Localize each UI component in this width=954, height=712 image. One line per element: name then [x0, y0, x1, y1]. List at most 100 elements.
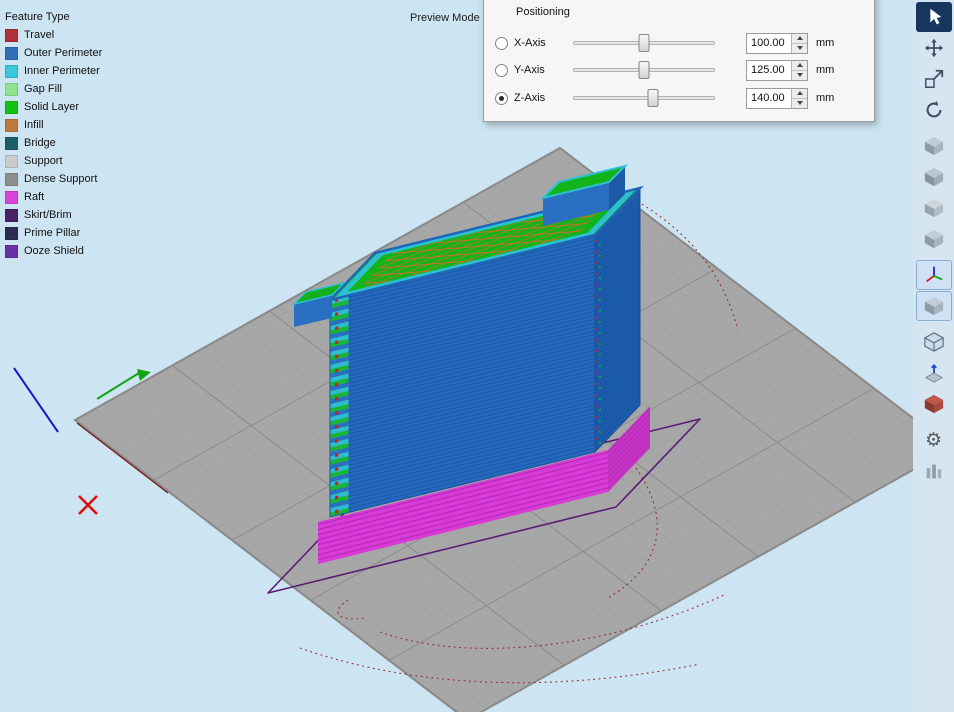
- z-axis-slider[interactable]: [573, 88, 715, 108]
- feature-label: Gap Fill: [24, 83, 62, 95]
- cube-icon: [923, 166, 945, 188]
- preview-mode-label: Preview Mode: [410, 12, 480, 24]
- z-axis-label: Z-Axis: [514, 92, 573, 104]
- spin-down-icon[interactable]: [792, 71, 807, 80]
- y-axis-value: 125.00: [747, 61, 791, 80]
- feature-label: Infill: [24, 119, 44, 131]
- y-axis-spinbox[interactable]: 125.00: [746, 60, 808, 81]
- feature-label: Ooze Shield: [24, 245, 84, 257]
- wireframe-view-button[interactable]: [916, 327, 952, 357]
- legend-item-skirt-brim: Skirt/Brim: [5, 206, 102, 224]
- right-toolbar: ⚙: [913, 0, 954, 712]
- x-axis-radio[interactable]: [495, 37, 508, 50]
- feature-color-swatch: [5, 119, 18, 132]
- feature-label: Inner Perimeter: [24, 65, 100, 77]
- y-axis-row: Y-Axis 125.00 mm: [495, 59, 834, 81]
- cross-section-cube-icon: [923, 393, 945, 415]
- z-axis-slider-handle[interactable]: [647, 89, 658, 107]
- legend-item-raft: Raft: [5, 188, 102, 206]
- wireframe-cube-icon: [923, 331, 945, 353]
- coordinate-axes-button[interactable]: [916, 260, 952, 290]
- legend-item-bridge: Bridge: [5, 134, 102, 152]
- coordinate-axes-icon: [923, 264, 945, 286]
- feature-label: Bridge: [24, 137, 56, 149]
- feature-color-swatch: [5, 137, 18, 150]
- view-cube-button-1[interactable]: [916, 131, 952, 161]
- legend-item-solid-layer: Solid Layer: [5, 98, 102, 116]
- feature-color-swatch: [5, 191, 18, 204]
- scale-icon: [923, 68, 945, 90]
- unit-label: mm: [816, 92, 834, 104]
- support-pillars-icon: [923, 460, 945, 482]
- spin-buttons: [791, 34, 807, 53]
- x-axis-label: X-Axis: [514, 37, 573, 49]
- legend-item-dense-support: Dense Support: [5, 170, 102, 188]
- positioning-panel: Positioning X-Axis 100.00 mm Y-Axis 125.…: [483, 0, 875, 122]
- legend-item-travel: Travel: [5, 26, 102, 44]
- feature-type-legend: Feature Type Travel Outer Perimeter Inne…: [5, 8, 102, 260]
- x-axis-row: X-Axis 100.00 mm: [495, 32, 834, 54]
- feature-color-swatch: [5, 101, 18, 114]
- positioning-title: Positioning: [516, 6, 570, 18]
- feature-color-swatch: [5, 47, 18, 60]
- y-axis-slider-handle[interactable]: [639, 61, 650, 79]
- spin-up-icon[interactable]: [792, 89, 807, 99]
- feature-color-swatch: [5, 209, 18, 222]
- view-cube-button-4[interactable]: [916, 224, 952, 254]
- spin-buttons: [791, 89, 807, 108]
- unit-label: mm: [816, 64, 834, 76]
- feature-color-swatch: [5, 29, 18, 42]
- view-cube-button-3[interactable]: [916, 193, 952, 223]
- surface-normal-button[interactable]: [916, 358, 952, 388]
- feature-color-swatch: [5, 155, 18, 168]
- x-axis-slider-handle[interactable]: [639, 34, 650, 52]
- z-axis-radio[interactable]: [495, 92, 508, 105]
- rotate-icon: [923, 99, 945, 121]
- legend-item-inner-perimeter: Inner Perimeter: [5, 62, 102, 80]
- scale-tool-button[interactable]: [916, 64, 952, 94]
- cube-icon: [923, 228, 945, 250]
- legend-item-ooze-shield: Ooze Shield: [5, 242, 102, 260]
- settings-button[interactable]: ⚙: [916, 425, 952, 455]
- unit-label: mm: [816, 37, 834, 49]
- spin-buttons: [791, 61, 807, 80]
- feature-label: Outer Perimeter: [24, 47, 102, 59]
- legend-item-infill: Infill: [5, 116, 102, 134]
- feature-label: Dense Support: [24, 173, 97, 185]
- view-cube-button-2[interactable]: [916, 162, 952, 192]
- x-axis-slider[interactable]: [573, 33, 715, 53]
- y-axis-slider[interactable]: [573, 60, 715, 80]
- legend-item-gap-fill: Gap Fill: [5, 80, 102, 98]
- surface-normal-icon: [923, 362, 945, 384]
- z-axis-spinbox[interactable]: 140.00: [746, 88, 808, 109]
- rotate-tool-button[interactable]: [916, 95, 952, 125]
- cube-icon: [923, 197, 945, 219]
- legend-item-prime-pillar: Prime Pillar: [5, 224, 102, 242]
- feature-label: Raft: [24, 191, 44, 203]
- spin-up-icon[interactable]: [792, 34, 807, 44]
- feature-color-swatch: [5, 83, 18, 96]
- legend-item-support: Support: [5, 152, 102, 170]
- legend-title: Feature Type: [5, 8, 102, 26]
- feature-label: Support: [24, 155, 63, 167]
- supports-button[interactable]: [916, 456, 952, 486]
- spin-down-icon[interactable]: [792, 44, 807, 53]
- cross-section-button[interactable]: [916, 389, 952, 419]
- select-tool-button[interactable]: [916, 2, 952, 32]
- gear-icon: ⚙: [925, 431, 942, 450]
- feature-color-swatch: [5, 65, 18, 78]
- slider-track: [573, 96, 715, 100]
- spin-up-icon[interactable]: [792, 61, 807, 71]
- shaded-view-button[interactable]: [916, 291, 952, 321]
- move-tool-button[interactable]: [916, 33, 952, 63]
- feature-label: Travel: [24, 29, 54, 41]
- z-axis-row: Z-Axis 140.00 mm: [495, 87, 834, 109]
- feature-color-swatch: [5, 245, 18, 258]
- feature-label: Prime Pillar: [24, 227, 80, 239]
- spin-down-icon[interactable]: [792, 99, 807, 108]
- feature-label: Skirt/Brim: [24, 209, 72, 221]
- y-axis-radio[interactable]: [495, 64, 508, 77]
- feature-color-swatch: [5, 227, 18, 240]
- x-axis-spinbox[interactable]: 100.00: [746, 33, 808, 54]
- z-axis-value: 140.00: [747, 89, 791, 108]
